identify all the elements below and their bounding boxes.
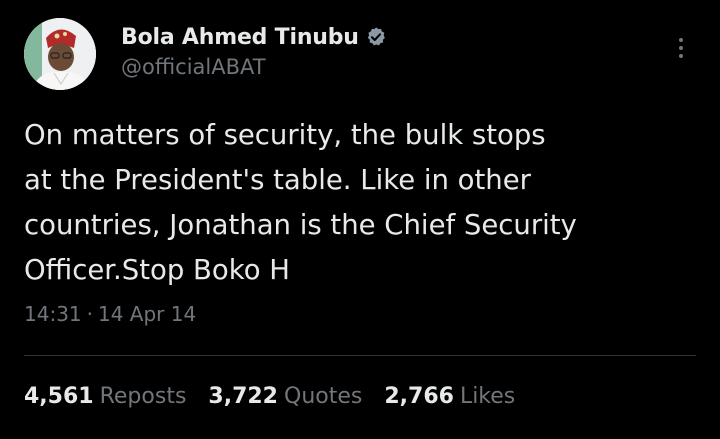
reposts-label: Reposts	[99, 384, 187, 409]
likes-stat[interactable]: 2,766 Likes	[384, 384, 515, 409]
tweet-time: 14:31	[24, 302, 82, 326]
likes-label: Likes	[459, 384, 516, 409]
tweet-text-line: countries, Jonathan is the Chief Securit…	[24, 209, 577, 241]
more-dot	[679, 54, 683, 58]
author-name-row: Bola Ahmed Tinubu	[121, 22, 387, 52]
tweet-text-line: On matters of security, the bulk stops	[24, 119, 546, 151]
author-handle[interactable]: @officialABAT	[121, 55, 266, 79]
tweet-text-line: Officer.Stop Boko H	[24, 254, 290, 286]
reposts-count: 4,561	[24, 384, 94, 409]
tweet-stats: 4,561 Reposts 3,722 Quotes 2,766 Likes	[24, 384, 515, 409]
profile-photo-icon	[24, 18, 96, 90]
reposts-stat[interactable]: 4,561 Reposts	[24, 384, 186, 409]
tweet-text-line: at the President's table. Like in other	[24, 164, 531, 196]
tweet-timestamp[interactable]: 14:31 · 14 Apr 14	[24, 302, 196, 326]
more-dot	[679, 38, 683, 42]
quotes-count: 3,722	[208, 384, 278, 409]
quotes-stat[interactable]: 3,722 Quotes	[208, 384, 362, 409]
more-dot	[679, 46, 683, 50]
avatar[interactable]	[24, 18, 96, 90]
verified-badge-icon[interactable]	[365, 26, 387, 48]
tweet-text: On matters of security, the bulk stops a…	[24, 113, 694, 293]
timestamp-separator: ·	[86, 302, 93, 326]
tweet-date: 14 Apr 14	[98, 302, 197, 326]
more-options-icon[interactable]	[666, 30, 696, 66]
likes-count: 2,766	[384, 384, 454, 409]
tweet-card: Bola Ahmed Tinubu @officialABAT On matte…	[0, 0, 720, 439]
divider	[24, 355, 696, 356]
author-display-name[interactable]: Bola Ahmed Tinubu	[121, 25, 359, 50]
quotes-label: Quotes	[284, 384, 363, 409]
